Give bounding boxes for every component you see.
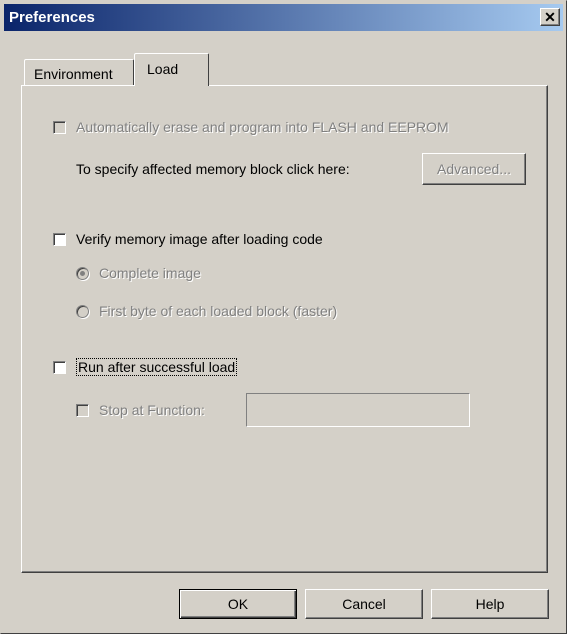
radio-complete-image[interactable]: [76, 266, 89, 280]
close-button[interactable]: ✕: [540, 8, 560, 26]
help-button-label: Help: [475, 596, 505, 612]
ok-button-label: OK: [227, 596, 249, 612]
stop-at-option: Stop at Function:: [76, 402, 205, 418]
stop-at-checkbox[interactable]: [76, 403, 89, 417]
tab-environment[interactable]: Environment: [24, 59, 134, 85]
memory-block-text: To specify affected memory block click h…: [76, 161, 350, 177]
run-after-option: Run after successful load: [53, 358, 238, 376]
advanced-button-label: Advanced...: [437, 161, 511, 177]
stop-at-label: Stop at Function:: [99, 402, 205, 418]
radio-complete-option: Complete image: [76, 265, 201, 281]
advanced-button[interactable]: Advanced...: [422, 153, 526, 185]
auto-erase-option: Automatically erase and program into FLA…: [53, 119, 449, 135]
close-icon: ✕: [544, 9, 556, 25]
auto-erase-label: Automatically erase and program into FLA…: [76, 119, 449, 135]
tab-load[interactable]: Load: [134, 53, 209, 86]
auto-erase-checkbox[interactable]: [53, 120, 66, 134]
tab-load-label: Load: [147, 61, 179, 77]
title-bar[interactable]: Preferences ✕: [4, 4, 563, 31]
tab-environment-label: Environment: [34, 66, 113, 82]
run-after-label: Run after successful load: [76, 358, 238, 376]
stop-at-function-input[interactable]: [246, 393, 470, 427]
window-title: Preferences: [9, 9, 95, 26]
run-after-checkbox[interactable]: [53, 360, 66, 374]
radio-first-byte[interactable]: [76, 304, 89, 318]
verify-label: Verify memory image after loading code: [76, 231, 323, 247]
cancel-button[interactable]: Cancel: [305, 589, 423, 619]
preferences-dialog: Preferences ✕ Environment Load Automatic…: [0, 0, 567, 634]
help-button[interactable]: Help: [431, 589, 549, 619]
radio-first-byte-option: First byte of each loaded block (faster): [76, 303, 337, 319]
verify-option: Verify memory image after loading code: [53, 231, 323, 247]
ok-button[interactable]: OK: [179, 589, 297, 619]
memory-block-row: To specify affected memory block click h…: [76, 161, 350, 177]
verify-checkbox[interactable]: [53, 232, 66, 246]
cancel-button-label: Cancel: [342, 596, 386, 612]
radio-complete-label: Complete image: [99, 265, 201, 281]
radio-first-byte-label: First byte of each loaded block (faster): [99, 303, 338, 319]
